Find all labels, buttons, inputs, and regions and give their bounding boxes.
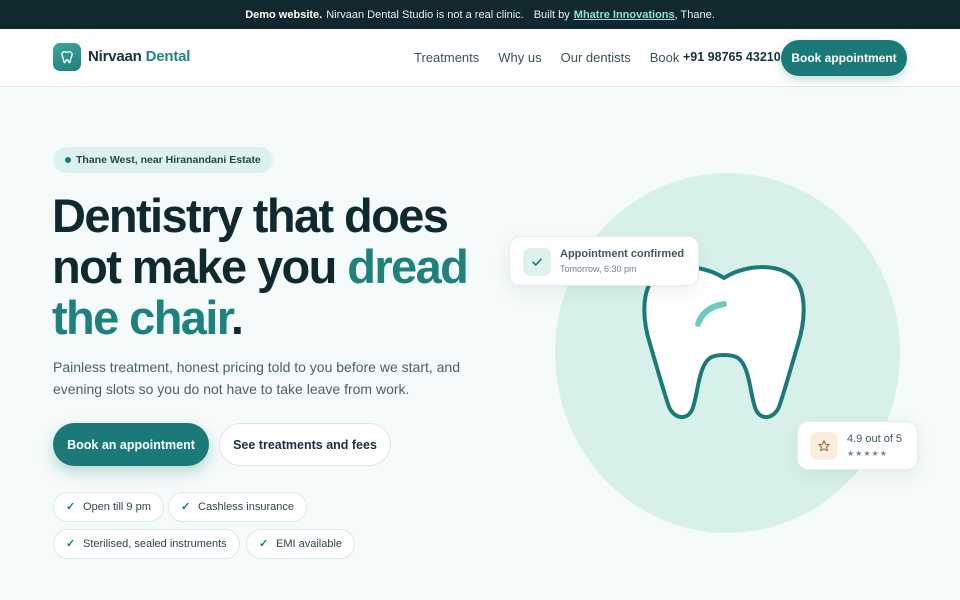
maker-link[interactable]: Mhatre Innovations [574, 9, 675, 21]
headline-period: . [230, 291, 244, 344]
brand-name: Nirvaan [88, 48, 142, 65]
rating-stars: ★★★★★ [847, 449, 888, 458]
nav-our-dentists[interactable]: Our dentists [561, 50, 631, 65]
feature-label: EMI available [276, 538, 343, 550]
feature-chip: ✓ Cashless insurance [168, 492, 307, 522]
brand-name-accent: Dental [145, 48, 191, 65]
main-nav: Treatments Why us Our dentists Book [414, 50, 679, 65]
check-icon: ✓ [181, 501, 191, 513]
star-icon [810, 432, 838, 460]
feature-chip: ✓ Sterilised, sealed instruments [53, 529, 240, 559]
book-an-appointment-button[interactable]: Book an appointment [53, 423, 209, 466]
hero-subtitle: Painless treatment, honest pricing told … [53, 359, 461, 397]
appointment-confirmed-card: Appointment confirmed Tomorrow, 6:30 pm [509, 236, 699, 286]
hero-headline: Dentistry that does not make you dread t… [52, 190, 492, 343]
nav-why-us[interactable]: Why us [498, 50, 541, 65]
feature-chip: ✓ Open till 9 pm [53, 492, 164, 522]
demo-banner-suffix: , Thane. [674, 8, 715, 21]
see-treatments-button[interactable]: See treatments and fees [219, 423, 391, 466]
rating-value: 4.9 out of 5 [847, 433, 903, 445]
check-icon [523, 248, 551, 276]
location-badge: Thane West, near Hiranandani Estate [53, 147, 273, 173]
check-icon: ✓ [66, 538, 76, 550]
headline-line-2: not make you [52, 240, 337, 293]
nav-book[interactable]: Book [650, 50, 680, 65]
phone-link[interactable]: +91 98765 43210 [683, 50, 781, 64]
feature-label: Open till 9 pm [83, 501, 151, 513]
appointment-status: Appointment confirmed [560, 248, 685, 260]
tooth-icon[interactable] [53, 43, 81, 71]
feature-chip: ✓ EMI available [246, 529, 356, 559]
demo-banner-built-by: Built by [533, 8, 570, 21]
location-dot-icon [65, 157, 71, 163]
tooth-illustration [642, 265, 806, 420]
appointment-time: Tomorrow, 6:30 pm [560, 264, 637, 274]
brand-logo[interactable]: Nirvaan Dental [88, 48, 190, 65]
rating-card: 4.9 out of 5 ★★★★★ [797, 421, 918, 470]
headline-line-1: Dentistry that does [52, 189, 449, 242]
demo-banner: Demo website. Nirvaan Dental Studio is n… [0, 0, 960, 29]
headline-accent-2: the chair [52, 291, 233, 344]
site-header: Nirvaan Dental Treatments Why us Our den… [0, 29, 960, 87]
headline-accent-1: dread [347, 240, 469, 293]
book-appointment-button[interactable]: Book appointment [781, 40, 907, 76]
check-icon: ✓ [259, 538, 269, 550]
location-text: Thane West, near Hiranandani Estate [76, 154, 261, 166]
nav-treatments[interactable]: Treatments [414, 50, 479, 65]
demo-banner-text: Nirvaan Dental Studio is not a real clin… [326, 8, 524, 21]
check-icon: ✓ [66, 501, 76, 513]
feature-label: Sterilised, sealed instruments [83, 538, 227, 550]
demo-banner-strong: Demo website. [245, 8, 323, 21]
feature-label: Cashless insurance [198, 501, 294, 513]
